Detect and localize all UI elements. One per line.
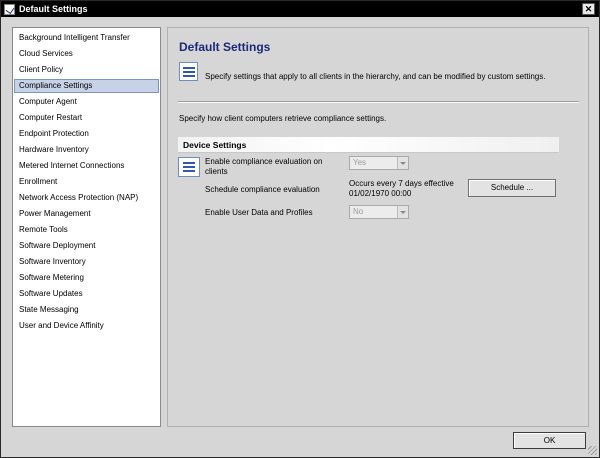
nav-item-background-intelligent-transfer[interactable]: Background Intelligent Transfer	[14, 31, 159, 45]
section-description: Specify how client computers retrieve co…	[179, 114, 387, 123]
nav-item-endpoint-protection[interactable]: Endpoint Protection	[14, 127, 159, 141]
nav-item-software-updates[interactable]: Software Updates	[14, 287, 159, 301]
title-bar[interactable]: Default Settings ✕	[1, 1, 599, 17]
settings-nav-list: Background Intelligent Transfer Cloud Ser…	[12, 27, 161, 427]
nav-item-metered-internet-connections[interactable]: Metered Internet Connections	[14, 159, 159, 173]
device-settings-icon	[178, 157, 200, 177]
schedule-compliance-label: Schedule compliance evaluation	[205, 185, 320, 194]
nav-item-computer-agent[interactable]: Computer Agent	[14, 95, 159, 109]
schedule-summary-line1: Occurs every 7 days effective	[349, 179, 454, 188]
settings-content-panel: Default Settings Specify settings that a…	[167, 27, 589, 427]
chevron-down-icon	[397, 157, 408, 169]
nav-item-client-policy[interactable]: Client Policy	[14, 63, 159, 77]
nav-item-computer-restart[interactable]: Computer Restart	[14, 111, 159, 125]
window-title: Default Settings	[19, 4, 88, 14]
enable-compliance-label-line1: Enable compliance evaluation on	[205, 157, 323, 166]
nav-item-power-management[interactable]: Power Management	[14, 207, 159, 221]
nav-item-remote-tools[interactable]: Remote Tools	[14, 223, 159, 237]
nav-item-software-deployment[interactable]: Software Deployment	[14, 239, 159, 253]
schedule-summary-line2: 01/02/1970 00:00	[349, 189, 412, 198]
nav-item-network-access-protection-nap[interactable]: Network Access Protection (NAP)	[14, 191, 159, 205]
nav-item-compliance-settings[interactable]: Compliance Settings	[14, 79, 159, 93]
enable-compliance-value: Yes	[353, 158, 367, 167]
nav-item-user-and-device-affinity[interactable]: User and Device Affinity	[14, 319, 159, 333]
schedule-summary: Occurs every 7 days effective 01/02/1970…	[349, 179, 454, 199]
enable-compliance-dropdown[interactable]: Yes	[349, 156, 409, 170]
chevron-down-icon	[397, 206, 408, 218]
nav-item-hardware-inventory[interactable]: Hardware Inventory	[14, 143, 159, 157]
enable-compliance-label: Enable compliance evaluation on clients	[205, 157, 322, 177]
checklist-icon	[179, 62, 198, 81]
app-icon	[4, 3, 15, 15]
resize-grip-icon[interactable]	[588, 446, 597, 455]
divider	[178, 101, 579, 103]
nav-item-cloud-services[interactable]: Cloud Services	[14, 47, 159, 61]
close-icon: ✕	[584, 4, 593, 14]
enable-compliance-label-line2: clients	[205, 167, 228, 176]
close-button[interactable]: ✕	[582, 3, 595, 15]
page-description: Specify settings that apply to all clien…	[205, 72, 546, 81]
device-settings-header: Device Settings	[178, 137, 559, 153]
schedule-button[interactable]: Schedule ...	[468, 179, 556, 197]
ok-button[interactable]: OK	[513, 432, 586, 449]
nav-item-enrollment[interactable]: Enrollment	[14, 175, 159, 189]
page-title: Default Settings	[179, 40, 271, 54]
default-settings-window: Default Settings ✕ Background Intelligen…	[0, 0, 600, 458]
nav-item-software-inventory[interactable]: Software Inventory	[14, 255, 159, 269]
user-data-profiles-label: Enable User Data and Profiles	[205, 208, 313, 217]
user-data-profiles-dropdown[interactable]: No	[349, 205, 409, 219]
nav-item-software-metering[interactable]: Software Metering	[14, 271, 159, 285]
nav-item-state-messaging[interactable]: State Messaging	[14, 303, 159, 317]
user-data-profiles-value: No	[353, 207, 364, 216]
